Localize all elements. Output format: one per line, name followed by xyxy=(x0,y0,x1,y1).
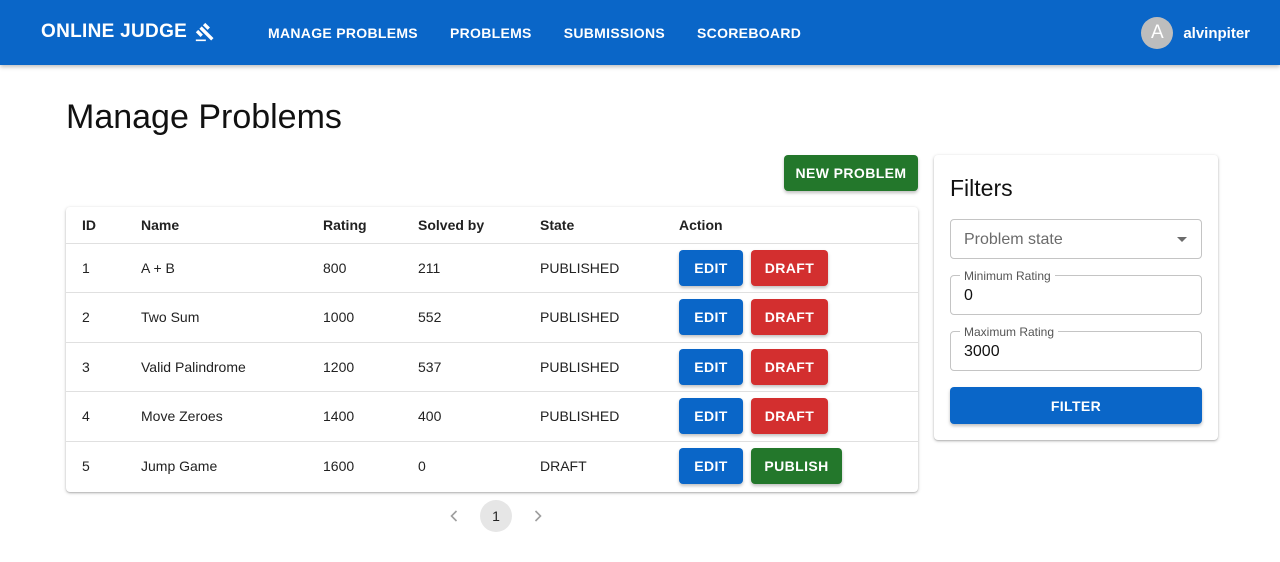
nav-problems[interactable]: PROBLEMS xyxy=(450,25,532,41)
edit-button[interactable]: EDIT xyxy=(679,348,743,385)
cell-name: Jump Game xyxy=(141,458,218,474)
draft-button[interactable]: DRAFT xyxy=(751,249,828,286)
user-menu[interactable]: A alvinpiter xyxy=(1141,17,1250,49)
edit-button[interactable]: EDIT xyxy=(679,249,743,286)
caret-down-icon xyxy=(1177,237,1187,242)
edit-button[interactable]: EDIT xyxy=(679,398,743,435)
page-button[interactable]: 1 xyxy=(480,500,512,532)
nav-scoreboard[interactable]: SCOREBOARD xyxy=(697,25,801,41)
column-header-state: State xyxy=(540,207,679,244)
cell-solved-by: 537 xyxy=(418,342,540,392)
filters-panel: Filters Problem state Minimum Rating Max… xyxy=(934,155,1218,440)
filter-button[interactable]: FILTER xyxy=(950,387,1202,424)
pagination: 1 xyxy=(440,500,552,532)
cell-actions: EDIT DRAFT xyxy=(679,342,918,392)
minimum-rating-input[interactable] xyxy=(964,287,1184,305)
chevron-right-icon[interactable] xyxy=(524,500,552,532)
nav-submissions[interactable]: SUBMISSIONS xyxy=(564,25,665,41)
cell-actions: EDIT PUBLISH xyxy=(679,441,918,491)
draft-button[interactable]: DRAFT xyxy=(751,398,828,435)
column-header-name: Name xyxy=(141,207,323,244)
cell-state: PUBLISHED xyxy=(540,391,679,442)
cell-id: 5 xyxy=(82,458,90,474)
column-header-rating: Rating xyxy=(323,207,418,244)
cell-name: Move Zeroes xyxy=(141,391,323,442)
cell-actions: EDIT DRAFT xyxy=(679,391,918,442)
edit-button[interactable]: EDIT xyxy=(679,448,743,484)
edit-button[interactable]: EDIT xyxy=(679,299,743,336)
app-bar: ONLINE JUDGE MANAGE PROBLEMS PROBLEMS SU… xyxy=(0,0,1280,65)
cell-id: 2 xyxy=(66,292,141,343)
avatar: A xyxy=(1141,17,1174,49)
cell-solved-by: 0 xyxy=(418,458,426,474)
cell-rating: 1200 xyxy=(323,342,418,392)
table-row: 4 Move Zeroes 1400 400 PUBLISHED EDIT DR… xyxy=(66,391,918,442)
username: alvinpiter xyxy=(1183,24,1250,42)
cell-solved-by: 552 xyxy=(418,292,540,343)
page-title: Manage Problems xyxy=(66,98,342,136)
cell-state: PUBLISHED xyxy=(540,292,679,343)
minimum-rating-field[interactable]: Minimum Rating xyxy=(950,269,1202,315)
filters-title: Filters xyxy=(950,175,1013,201)
cell-id: 3 xyxy=(66,342,141,392)
draft-button[interactable]: DRAFT xyxy=(751,348,828,385)
cell-rating: 1000 xyxy=(323,292,418,343)
table-row: 1 A + B 800 211 PUBLISHED EDIT DRAFT xyxy=(66,243,918,293)
problems-table: ID Name Rating Solved by State Action 1 … xyxy=(66,207,918,492)
chevron-left-icon[interactable] xyxy=(440,500,468,532)
cell-name: A + B xyxy=(141,243,323,293)
table-header-row: ID Name Rating Solved by State Action xyxy=(66,207,918,244)
cell-rating: 1400 xyxy=(323,391,418,442)
cell-actions: EDIT DRAFT xyxy=(679,243,918,293)
cell-rating: 1600 xyxy=(323,458,355,474)
gavel-icon xyxy=(195,22,214,42)
cell-id: 1 xyxy=(66,243,141,293)
main-nav: MANAGE PROBLEMS PROBLEMS SUBMISSIONS SCO… xyxy=(268,25,801,41)
cell-name: Valid Palindrome xyxy=(141,342,323,392)
minimum-rating-label: Minimum Rating xyxy=(960,269,1055,283)
cell-state: PUBLISHED xyxy=(540,243,679,293)
cell-name: Two Sum xyxy=(141,292,323,343)
brand-label: ONLINE JUDGE xyxy=(41,21,188,42)
cell-state: PUBLISHED xyxy=(540,342,679,392)
cell-id: 4 xyxy=(66,391,141,442)
column-header-id: ID xyxy=(66,207,141,244)
cell-rating: 800 xyxy=(323,243,418,293)
brand[interactable]: ONLINE JUDGE xyxy=(41,21,215,43)
column-header-solved-by: Solved by xyxy=(418,207,540,244)
column-header-action: Action xyxy=(679,207,918,244)
cell-solved-by: 211 xyxy=(418,243,540,293)
publish-button[interactable]: PUBLISH xyxy=(751,448,842,484)
maximum-rating-field[interactable]: Maximum Rating xyxy=(950,325,1202,371)
problem-state-placeholder: Problem state xyxy=(964,231,1063,248)
draft-button[interactable]: DRAFT xyxy=(751,299,828,336)
table-row: 5 Jump Game 1600 0 DRAFT EDIT PUBLISH xyxy=(66,441,918,491)
maximum-rating-input[interactable] xyxy=(964,343,1184,361)
problem-state-select[interactable]: Problem state xyxy=(950,219,1202,259)
cell-actions: EDIT DRAFT xyxy=(679,292,918,343)
cell-state: DRAFT xyxy=(540,458,587,474)
table-row: 3 Valid Palindrome 1200 537 PUBLISHED ED… xyxy=(66,342,918,392)
table-row: 2 Two Sum 1000 552 PUBLISHED EDIT DRAFT xyxy=(66,292,918,343)
new-problem-button[interactable]: NEW PROBLEM xyxy=(784,155,918,191)
nav-manage-problems[interactable]: MANAGE PROBLEMS xyxy=(268,25,418,41)
cell-solved-by: 400 xyxy=(418,391,540,442)
maximum-rating-label: Maximum Rating xyxy=(960,325,1059,339)
